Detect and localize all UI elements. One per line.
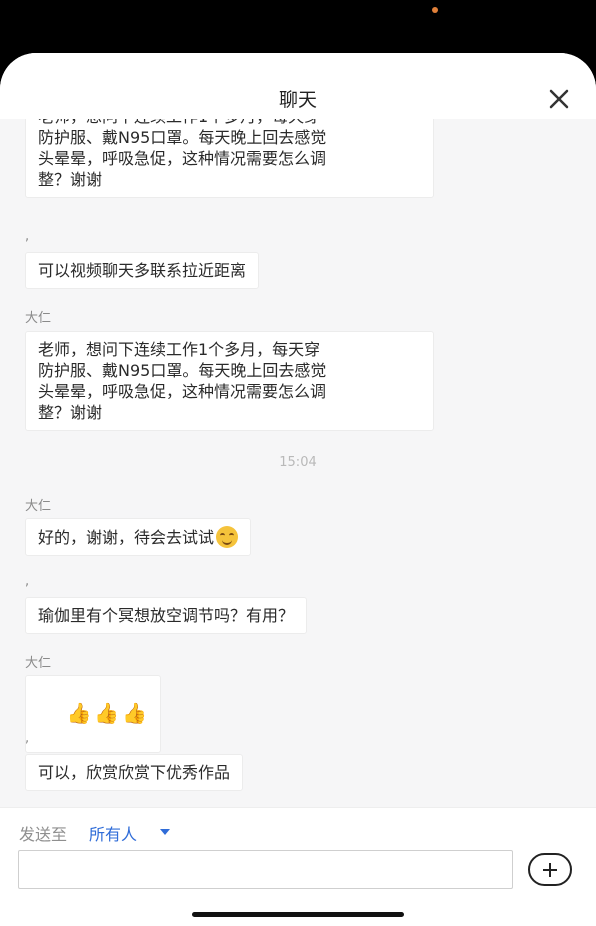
camera-indicator-dot [432, 7, 438, 13]
message-input[interactable] [18, 850, 513, 889]
sender-name: 大仁 [25, 311, 52, 326]
status-bar [0, 0, 596, 60]
plus-button[interactable] [528, 853, 572, 886]
close-icon[interactable] [546, 86, 572, 112]
message-timestamp: 15:04 [279, 455, 317, 470]
page-title: 聊天 [278, 89, 317, 111]
message-bubble: 可以，欣赏欣赏下优秀作品 [25, 754, 244, 791]
message-bubble: 瑜伽里有个冥想放空调节吗？有用？ [25, 597, 308, 634]
home-indicator [192, 912, 404, 917]
sender-name: 大仁 [25, 499, 52, 514]
message-bubble: 可以视频聊天多联系拉近距离 [25, 252, 260, 289]
thumbs-up-emoji-icon: 👍 [66, 701, 92, 725]
message-bubble-emoji: 👍 👍 👍 [25, 675, 162, 753]
thumbs-up-emoji-icon: 👍 [122, 701, 148, 725]
smile-emoji-icon [216, 526, 239, 548]
recipient-selector[interactable]: 所有人 [89, 821, 137, 845]
chat-header: 聊天 [0, 53, 596, 119]
message-text: 好的，谢谢，待会去试试 [38, 528, 215, 547]
compose-bar: 发送至 所有人 [0, 807, 596, 926]
sender-name: 大仁 [25, 656, 52, 671]
message-list[interactable]: 老师，想问下连续工作1个多月，每天穿 防护服、戴N95口罩。每天晚上回去感觉 头… [0, 119, 596, 807]
message-bubble: 好的，谢谢，待会去试试 [25, 518, 252, 556]
message-bubble: 老师，想问下连续工作1个多月，每天穿 防护服、戴N95口罩。每天晚上回去感觉 头… [25, 331, 434, 431]
message-bubble: 老师，想问下连续工作1个多月，每天穿 防护服、戴N95口罩。每天晚上回去感觉 头… [25, 119, 434, 198]
close-button[interactable] [546, 86, 572, 112]
caret-down-icon[interactable] [160, 829, 170, 835]
thumbs-up-emoji-icon: 👍 [94, 701, 120, 725]
sender-name: , [25, 574, 30, 589]
send-to-label: 发送至 [19, 825, 68, 844]
sender-name: , [25, 731, 30, 746]
sender-name: , [25, 229, 30, 244]
chat-sheet: 聊天 老师，想问下连续工作1个多月，每天穿 防护服、戴N95口罩。每天晚上回去感… [0, 53, 596, 926]
